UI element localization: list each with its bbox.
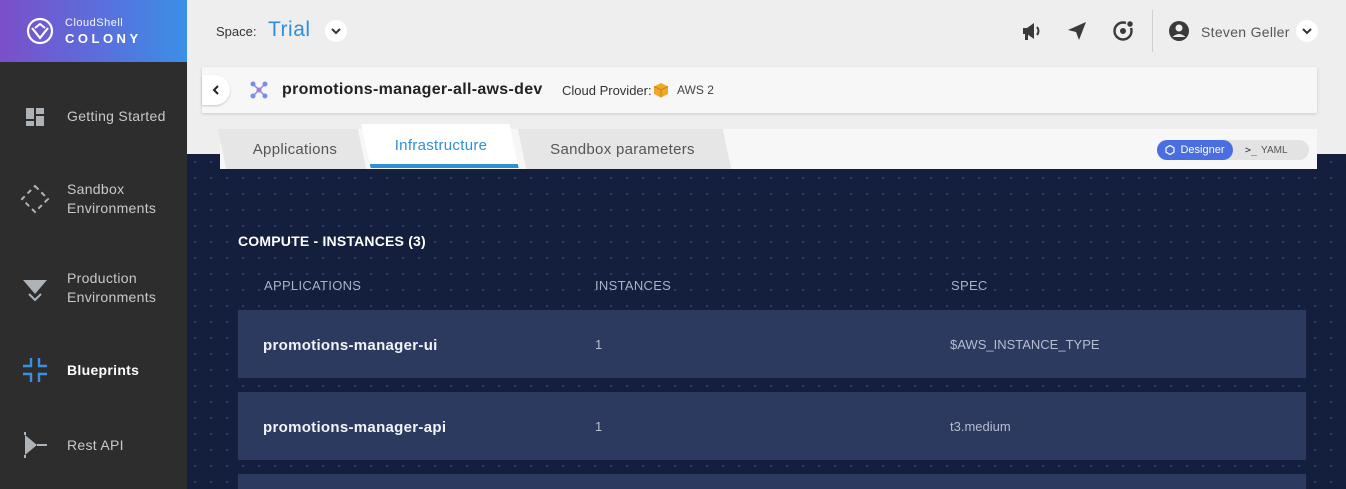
- space-label: Space:: [216, 24, 257, 39]
- yaml-mode-label: YAML: [1261, 144, 1288, 156]
- table-row[interactable]: promotions-manager-ui 1 $AWS_INSTANCE_TY…: [238, 310, 1306, 378]
- space-selector-value[interactable]: Trial: [268, 18, 311, 42]
- sidebar-item-getting-started[interactable]: Getting Started: [0, 97, 187, 137]
- row-instances: 1: [595, 337, 603, 352]
- tabs-bar: Applications Infrastructure Sandbox para…: [217, 124, 1317, 169]
- sidebar-item-label: Rest API: [67, 437, 124, 453]
- sidebar-item-label: Getting Started: [67, 108, 166, 124]
- rest-api-icon: [20, 430, 50, 460]
- row-instances: 1: [595, 419, 603, 434]
- hexagon-icon: [1165, 145, 1176, 155]
- yaml-mode-button[interactable]: >_ YAML: [1245, 140, 1309, 160]
- top-bar-divider: [1152, 10, 1153, 52]
- terminal-icon: >_: [1245, 144, 1258, 156]
- sidebar-item-blueprints[interactable]: Blueprints: [0, 350, 187, 390]
- sidebar-item-sandbox-environments[interactable]: Sandbox Environments: [0, 178, 187, 222]
- aws-box-icon: [653, 83, 669, 98]
- row-spec: t3.medium: [950, 419, 1011, 434]
- cloud-provider-label: Cloud Provider:: [562, 83, 652, 98]
- brand-name-bottom: COLONY: [65, 30, 142, 46]
- sidebar-item-label: Sandbox Environments: [67, 181, 157, 216]
- user-icon[interactable]: [1167, 19, 1191, 43]
- tab-infrastructure[interactable]: Infrastructure: [370, 125, 512, 165]
- notifications-icon[interactable]: [1111, 19, 1135, 43]
- sidebar: CloudShell COLONY Getting Started Sandbo…: [0, 0, 187, 489]
- tab-sandbox-parameters[interactable]: Sandbox parameters: [525, 129, 720, 169]
- megaphone-icon[interactable]: [1020, 19, 1044, 43]
- sidebar-item-production-environments[interactable]: Production Environments: [0, 267, 187, 311]
- brand-text: CloudShell COLONY: [65, 16, 142, 46]
- chevron-left-icon: [212, 85, 219, 95]
- space-dropdown-button[interactable]: [325, 20, 347, 42]
- table-row[interactable]: promotions-manager-api 1 t3.medium: [238, 392, 1306, 460]
- tab-applications[interactable]: Applications: [230, 129, 360, 169]
- row-spec: $AWS_INSTANCE_TYPE: [950, 337, 1100, 352]
- sidebar-item-label: Production Environments: [67, 270, 157, 305]
- user-menu-button[interactable]: [1296, 20, 1318, 42]
- row-application-name: promotions-manager-api: [263, 419, 447, 436]
- blueprint-icon: [250, 81, 268, 99]
- blueprints-icon: [20, 355, 50, 385]
- cloud-provider-value: AWS 2: [677, 83, 714, 97]
- row-application-name: promotions-manager-ui: [263, 337, 438, 354]
- chevron-down-icon: [1302, 28, 1312, 35]
- colony-logo-icon: [26, 17, 54, 45]
- top-bar: Space: Trial Steven Geller: [187, 0, 1346, 62]
- back-button[interactable]: [202, 75, 230, 105]
- section-title: COMPUTE - INSTANCES (3): [238, 233, 426, 249]
- sidebar-item-label: Blueprints: [67, 362, 140, 378]
- table-row[interactable]: [238, 474, 1306, 489]
- sandbox-icon: [20, 184, 50, 214]
- blueprint-name: promotions-manager-all-aws-dev: [282, 81, 543, 98]
- send-icon[interactable]: [1065, 19, 1089, 43]
- chevron-down-icon: [331, 28, 341, 35]
- sidebar-item-rest-api[interactable]: Rest API: [0, 425, 187, 465]
- blueprint-header: promotions-manager-all-aws-dev Cloud Pro…: [202, 67, 1317, 113]
- dashboard-icon: [20, 102, 50, 132]
- brand-header[interactable]: CloudShell COLONY: [0, 0, 187, 62]
- column-header-applications: APPLICATIONS: [264, 278, 362, 293]
- production-icon: [20, 273, 50, 303]
- column-header-spec: SPEC: [951, 278, 988, 293]
- column-header-instances: INSTANCES: [595, 278, 672, 293]
- designer-mode-button[interactable]: Designer: [1157, 140, 1233, 160]
- view-mode-toggle: Designer >_ YAML: [1157, 140, 1309, 160]
- user-name[interactable]: Steven Geller: [1201, 24, 1290, 40]
- designer-mode-label: Designer: [1180, 144, 1225, 156]
- brand-name-top: CloudShell: [65, 16, 124, 29]
